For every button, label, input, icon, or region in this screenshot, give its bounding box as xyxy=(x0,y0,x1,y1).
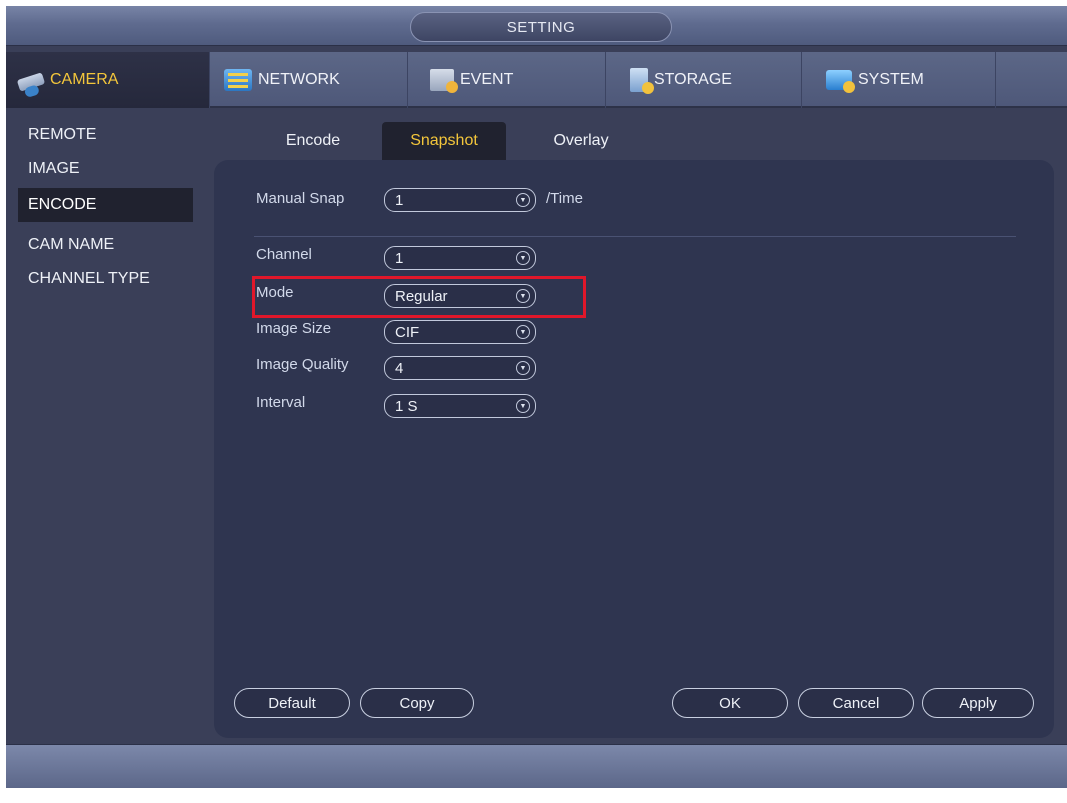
snapshot-panel: Manual Snap 1 ▼ /Time Channel 1 ▼ Mode R… xyxy=(214,160,1054,738)
sidebar: REMOTE IMAGE ENCODE CAM NAME CHANNEL TYP… xyxy=(6,110,210,742)
mode-highlight-box xyxy=(252,276,586,318)
image-size-label: Image Size xyxy=(256,320,332,337)
title-bar: SETTING xyxy=(6,6,1067,46)
tab-encode[interactable]: Encode xyxy=(258,122,368,160)
sidebar-item-image[interactable]: IMAGE xyxy=(18,152,193,186)
network-icon xyxy=(224,69,252,91)
tab-snapshot[interactable]: Snapshot xyxy=(382,122,506,160)
menu-tab-label: CAMERA xyxy=(50,71,119,88)
window-title: SETTING xyxy=(410,12,672,42)
menu-tab-label: EVENT xyxy=(460,71,514,88)
interval-value: 1 S xyxy=(395,397,418,415)
chevron-down-icon: ▼ xyxy=(516,399,530,413)
menu-tab-label: STORAGE xyxy=(654,71,732,88)
chevron-down-icon: ▼ xyxy=(516,325,530,339)
manual-snap-label: Manual Snap xyxy=(256,190,345,207)
manual-snap-select[interactable]: 1 ▼ xyxy=(384,188,536,212)
sidebar-item-cam-name[interactable]: CAM NAME xyxy=(18,228,193,262)
interval-select[interactable]: 1 S ▼ xyxy=(384,394,536,418)
manual-snap-value: 1 xyxy=(395,191,404,209)
sidebar-item-channel-type[interactable]: CHANNEL TYPE xyxy=(18,262,193,296)
main-menu-bar: CAMERA NETWORK EVENT STORAGE SYSTEM xyxy=(6,52,1067,108)
chevron-down-icon: ▼ xyxy=(516,361,530,375)
menu-tab-camera[interactable]: CAMERA xyxy=(6,52,210,108)
image-quality-select[interactable]: 4 ▼ xyxy=(384,356,536,380)
apply-button[interactable]: Apply xyxy=(922,688,1034,718)
menu-tab-network[interactable]: NETWORK xyxy=(210,52,408,108)
settings-window: SETTING CAMERA NETWORK EVENT STORAGE SYS… xyxy=(6,6,1067,803)
image-size-value: CIF xyxy=(395,323,420,341)
system-icon xyxy=(826,70,855,93)
camera-icon xyxy=(16,72,46,92)
divider xyxy=(254,236,1016,237)
tab-overlay[interactable]: Overlay xyxy=(536,122,626,160)
image-quality-value: 4 xyxy=(395,359,404,377)
channel-value: 1 xyxy=(395,249,404,267)
ok-button[interactable]: OK xyxy=(672,688,788,718)
menu-tab-system[interactable]: SYSTEM xyxy=(802,52,996,108)
menu-tab-event[interactable]: EVENT xyxy=(408,52,606,108)
interval-label: Interval xyxy=(256,394,306,411)
bottom-bar xyxy=(6,744,1067,788)
channel-label: Channel xyxy=(256,246,312,263)
chevron-down-icon: ▼ xyxy=(516,251,530,265)
image-quality-label: Image Quality xyxy=(256,356,349,373)
image-size-select[interactable]: CIF ▼ xyxy=(384,320,536,344)
menu-tab-storage[interactable]: STORAGE xyxy=(606,52,802,108)
cancel-button[interactable]: Cancel xyxy=(798,688,914,718)
default-button[interactable]: Default xyxy=(234,688,350,718)
menu-tab-label: NETWORK xyxy=(258,71,340,88)
chevron-down-icon: ▼ xyxy=(516,193,530,207)
channel-select[interactable]: 1 ▼ xyxy=(384,246,536,270)
menu-tab-label: SYSTEM xyxy=(858,71,924,88)
sidebar-item-encode[interactable]: ENCODE xyxy=(18,188,193,222)
copy-button[interactable]: Copy xyxy=(360,688,474,718)
footer-margin xyxy=(6,788,1067,803)
storage-icon xyxy=(630,68,654,94)
manual-snap-suffix: /Time xyxy=(546,190,583,207)
event-icon xyxy=(430,69,458,93)
sidebar-item-remote[interactable]: REMOTE xyxy=(18,118,193,152)
